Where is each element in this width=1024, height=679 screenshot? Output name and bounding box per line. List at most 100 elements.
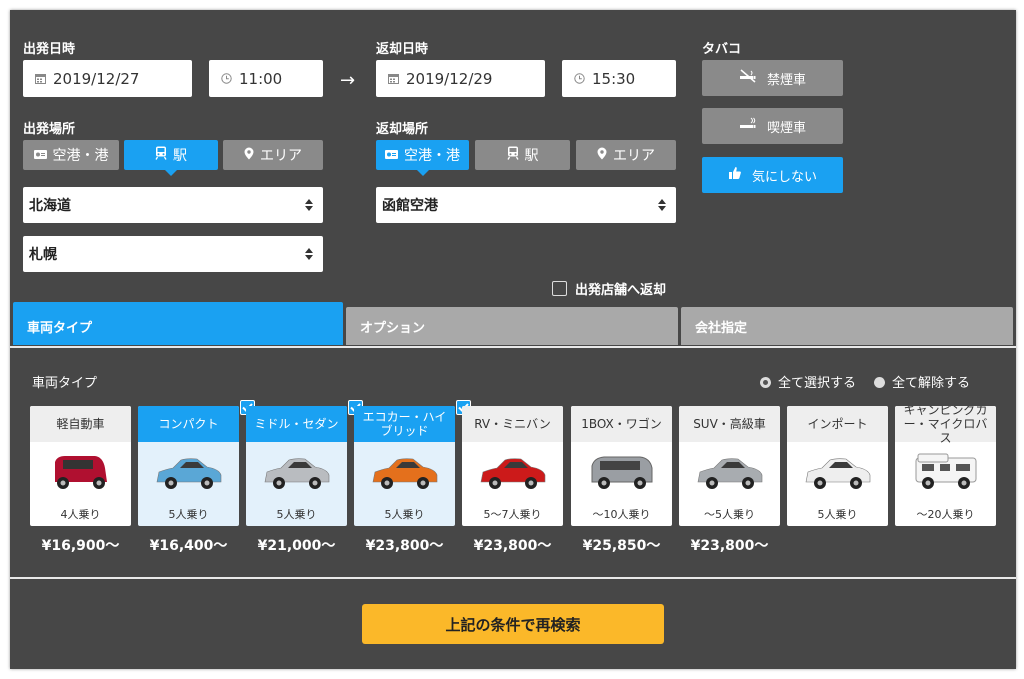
vehicle-price: ¥23,800〜	[365, 538, 444, 554]
departure-time-value: 11:00	[239, 69, 283, 88]
return-to-departure-store-label: 出発店舗へ返却	[575, 283, 667, 298]
departure-region-select[interactable]: 北海道	[23, 187, 323, 223]
vehicle-card[interactable]: コンパクト 5人乗り	[138, 406, 239, 526]
ticket-icon	[33, 147, 47, 163]
return-airport-value: 函館空港	[382, 198, 438, 214]
departure-tab-area[interactable]: エリア	[223, 140, 323, 170]
vehicle-card[interactable]: 1BOX・ワゴン 〜10人乗り	[571, 406, 672, 526]
no-smoking-icon	[739, 69, 757, 87]
vehicle-price: ¥23,800〜	[473, 538, 552, 554]
smoking-label: 喫煙車	[766, 120, 806, 136]
return-time-input[interactable]: 15:30	[562, 60, 676, 97]
departure-station-select[interactable]: 札幌	[23, 236, 323, 272]
vehicle-image	[246, 442, 347, 502]
vehicle-capacity: 5人乗り	[276, 508, 317, 521]
dont-care-label: 気にしない	[751, 169, 817, 185]
departure-date-value: 2019/12/27	[53, 69, 140, 88]
arrow-right-icon: →	[340, 70, 356, 91]
vehicle-card-title: エコカー・ハイブリッド	[354, 406, 455, 442]
select-all-radio[interactable]	[760, 377, 771, 388]
departure-date-input[interactable]: 2019/12/27	[23, 60, 192, 97]
vehicle-capacity: 5人乗り	[384, 508, 425, 521]
return-airport-select[interactable]: 函館空港	[376, 187, 676, 223]
vehicle-capacity: 5人乗り	[817, 508, 858, 521]
smoking-button[interactable]: 喫煙車	[702, 108, 843, 144]
departure-tab-station[interactable]: 駅	[124, 140, 218, 176]
vehicle-card[interactable]: インポート 5人乗り	[787, 406, 888, 526]
vehicle-card[interactable]: 軽自動車 4人乗り	[30, 406, 131, 526]
vehicle-card-title: キャンピングカー・マイクロバス	[895, 406, 996, 445]
select-all-option[interactable]: 全て選択する	[760, 372, 856, 391]
departure-station-value: 札幌	[29, 247, 57, 263]
car-icon	[697, 458, 762, 489]
vehicle-card[interactable]: SUV・高級車〜5人乗り	[679, 406, 780, 526]
departure-datetime-label: 出発日時	[23, 42, 76, 57]
departure-tab-area-label: エリア	[260, 148, 302, 164]
tab-company[interactable]: 会社指定	[681, 307, 1013, 345]
vehicle-card[interactable]: エコカー・ハイブリッド 5人乗り	[354, 406, 455, 526]
departure-time-input[interactable]: 11:00	[209, 60, 323, 97]
vehicle-card-title: 軽自動車	[30, 406, 131, 442]
car-icon	[156, 458, 221, 489]
vehicle-image	[30, 442, 131, 502]
car-icon	[54, 456, 107, 489]
return-date-input[interactable]: 2019/12/29	[376, 60, 545, 97]
train-icon	[155, 146, 167, 164]
vehicle-capacity: 〜5人乗り	[704, 508, 755, 521]
re-search-button[interactable]: 上記の条件で再検索	[362, 604, 664, 644]
non-smoking-label: 禁煙車	[766, 72, 806, 88]
train-icon	[506, 146, 519, 164]
return-tab-airport[interactable]: 空港・港	[376, 140, 469, 176]
return-to-departure-store-option[interactable]: 出発店舗へ返却	[552, 279, 666, 298]
vehicle-card-title: SUV・高級車	[679, 406, 780, 442]
tobacco-label: タバコ	[702, 42, 742, 57]
tab-vehicle-type[interactable]: 車両タイプ	[13, 302, 343, 345]
vehicle-section-title: 車両タイプ	[32, 376, 98, 391]
dont-care-button[interactable]: 気にしない	[702, 157, 843, 193]
car-icon	[264, 458, 329, 489]
car-icon	[915, 453, 976, 489]
deselect-all-label: 全て解除する	[892, 376, 971, 391]
vehicle-capacity: 4人乗り	[60, 508, 101, 521]
return-tab-area-label: エリア	[613, 148, 655, 164]
departure-place-label: 出発場所	[23, 122, 76, 137]
thumbs-up-icon	[728, 166, 742, 184]
select-arrows-icon	[658, 199, 666, 211]
select-all-label: 全て選択する	[778, 376, 857, 391]
vehicle-price: ¥25,850〜	[582, 538, 661, 554]
vehicle-price: ¥21,000〜	[257, 538, 336, 554]
return-tab-station[interactable]: 駅	[475, 140, 570, 170]
map-pin-icon	[597, 147, 607, 164]
map-pin-icon	[244, 147, 254, 164]
smoking-icon	[739, 117, 757, 135]
vehicle-card[interactable]: キャンピングカー・マイクロバス〜20人乗り	[895, 406, 996, 526]
deselect-all-option[interactable]: 全て解除する	[874, 372, 970, 391]
deselect-all-radio[interactable]	[874, 377, 886, 388]
return-to-departure-store-checkbox[interactable]	[552, 281, 567, 296]
vehicle-capacity: 5〜7人乗り	[483, 508, 542, 521]
car-icon	[591, 456, 652, 489]
departure-tab-airport-label: 空港・港	[52, 148, 109, 164]
return-tab-station-label: 駅	[524, 148, 539, 164]
departure-tab-airport[interactable]: 空港・港	[23, 140, 119, 170]
vehicle-capacity: 〜20人乗り	[916, 508, 975, 521]
select-controls: 全て選択する 全て解除する	[760, 372, 970, 391]
return-time-value: 15:30	[592, 69, 636, 88]
return-tab-area[interactable]: エリア	[576, 140, 676, 170]
bottom-divider	[10, 577, 1016, 579]
ticket-icon	[385, 147, 398, 163]
vehicle-capacity: 5人乗り	[168, 508, 209, 521]
car-icon	[372, 458, 437, 489]
vehicle-card[interactable]: RV・ミニバン 5〜7人乗り	[462, 406, 563, 526]
departure-tab-station-label: 駅	[173, 148, 187, 164]
vehicle-card-title: RV・ミニバン	[462, 406, 563, 442]
clock-icon	[221, 73, 232, 84]
tab-options[interactable]: オプション	[346, 307, 678, 345]
calendar-icon	[35, 73, 46, 84]
vehicle-image	[571, 442, 672, 502]
vehicle-card-title: インポート	[787, 406, 888, 442]
vehicle-card[interactable]: ミドル・セダン 5人乗り	[246, 406, 347, 526]
tab-divider	[10, 346, 1016, 348]
return-datetime-label: 返却日時	[376, 42, 429, 57]
non-smoking-button[interactable]: 禁煙車	[702, 60, 843, 96]
